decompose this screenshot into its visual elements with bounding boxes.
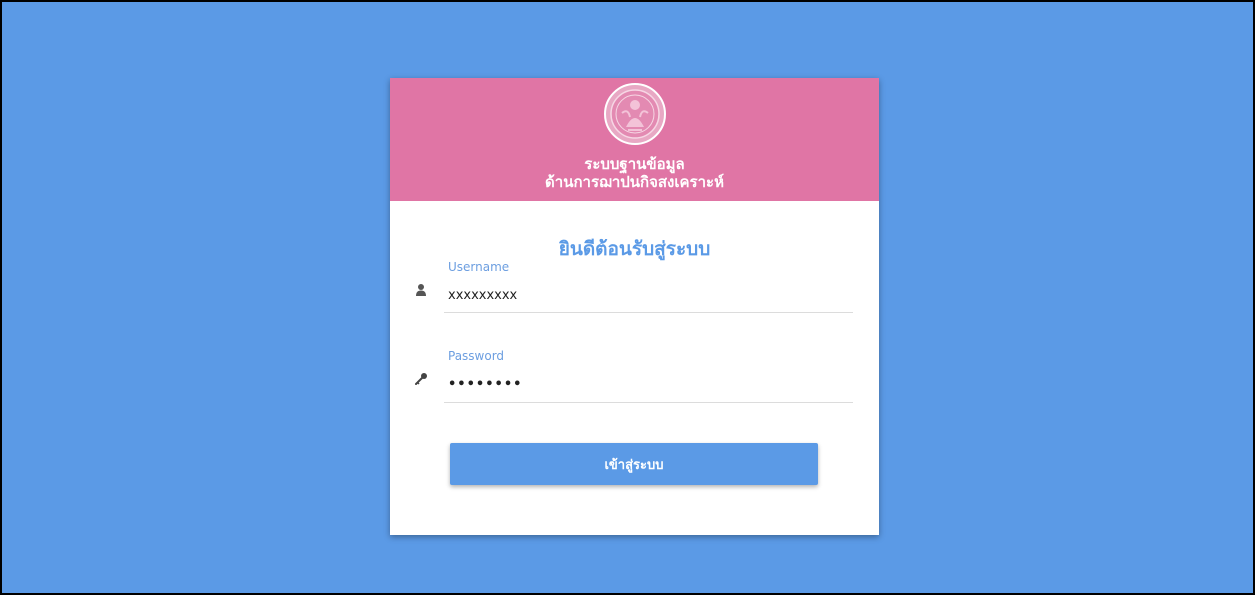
password-label: Password	[448, 349, 505, 363]
password-input[interactable]	[444, 366, 853, 403]
login-button[interactable]: เข้าสู่ระบบ	[450, 443, 818, 485]
username-input[interactable]	[444, 278, 853, 313]
government-seal-icon	[604, 83, 666, 145]
header-title-line2: ด้านการฌาปนกิจสงเคราะห์	[545, 173, 724, 191]
page-background: ระบบฐานข้อมูล ด้านการฌาปนกิจสงเคราะห์ ยิ…	[0, 0, 1255, 595]
login-card: ระบบฐานข้อมูล ด้านการฌาปนกิจสงเคราะห์ ยิ…	[390, 78, 879, 535]
card-header: ระบบฐานข้อมูล ด้านการฌาปนกิจสงเคราะห์	[390, 78, 879, 201]
username-label: Username	[448, 260, 510, 274]
key-icon	[415, 373, 427, 385]
user-icon	[416, 284, 426, 296]
header-title-line1: ระบบฐานข้อมูล	[584, 155, 685, 173]
